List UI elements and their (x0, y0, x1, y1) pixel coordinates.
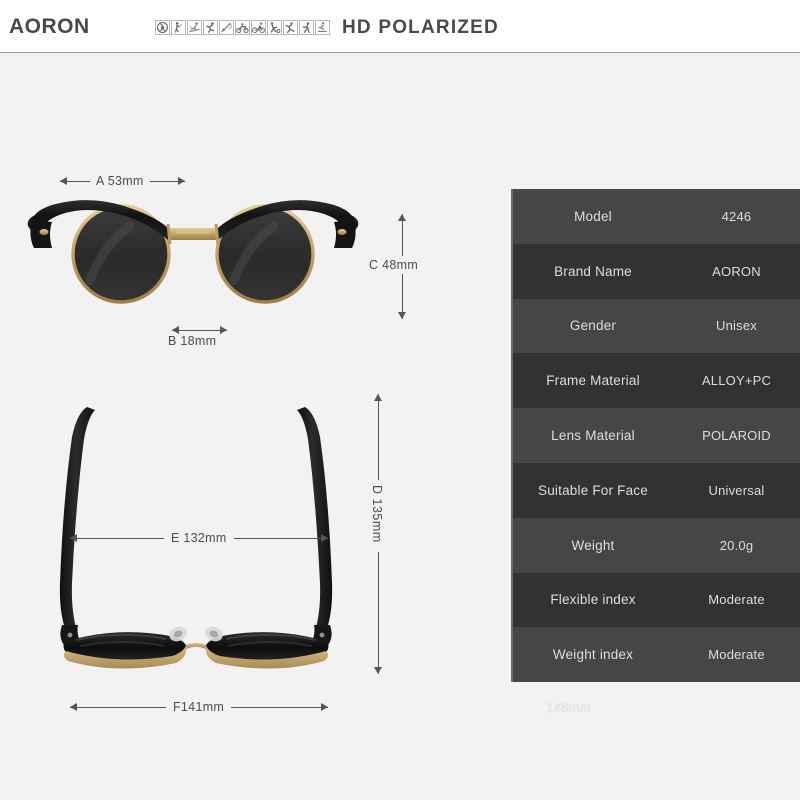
running-icon (203, 20, 218, 35)
brand-logo: AORON (9, 14, 90, 38)
skiing-icon (187, 20, 202, 35)
sunglasses-front-view (18, 192, 368, 317)
product-spec-page: AORON HD POLARIZED A 53mm B 18mm C 48mm … (0, 0, 800, 800)
tagline: HD POLARIZED (342, 17, 499, 38)
spec-value: ALLOY+PC (701, 373, 772, 389)
table-row: Gender Unisex (513, 298, 800, 354)
spec-key: Gender (569, 318, 617, 334)
skateboarding-icon (315, 20, 330, 35)
table-row: Suitable For Face Universal (513, 462, 800, 518)
spec-value: Unisex (716, 318, 757, 334)
climbing-icon (283, 20, 298, 35)
dimension-label-e: E 132mm (164, 531, 234, 545)
spec-value: Universal (708, 482, 765, 498)
spec-key: Suitable For Face (538, 482, 648, 498)
table-row: Lens Material POLAROID (513, 408, 800, 463)
cycling-icon (251, 20, 266, 35)
table-row: Flexible index Moderate (513, 572, 800, 628)
spec-key: Flexible index (550, 592, 636, 608)
spec-key: Brand Name (554, 263, 632, 279)
spec-key: Frame Material (546, 373, 640, 389)
driving-icon (155, 20, 170, 35)
golf-icon (171, 20, 186, 35)
hiking-icon (299, 20, 314, 35)
table-row: Brand Name AORON (513, 243, 800, 299)
specification-table: Model 4246 Brand Name AORON Gender Unise… (511, 189, 800, 682)
spec-value: POLAROID (702, 428, 771, 444)
spec-value: 20.0g (719, 537, 754, 553)
dimension-label-a: A 53mm (90, 174, 150, 188)
motorcycling-icon (235, 20, 250, 35)
header-divider (0, 52, 800, 53)
spec-key: Weight index (552, 647, 634, 663)
soccer-icon (267, 20, 282, 35)
dimension-label-f: F141mm (166, 700, 232, 714)
dimension-label-d-text: D 135mm (370, 485, 384, 543)
spec-value: AORON (712, 263, 761, 279)
spec-key: Lens Material (551, 428, 635, 444)
dimension-label-b: B 18mm (168, 334, 217, 348)
spec-key: Weight (571, 537, 615, 553)
spec-key: Model (574, 208, 612, 224)
footer-measurement-note: 148mm (546, 700, 591, 715)
fishing-icon (219, 20, 234, 35)
spec-value: 4246 (721, 208, 752, 224)
table-row: Weight index Moderate (513, 627, 800, 682)
dimension-label-c: C 48mm (369, 256, 419, 274)
table-row: Weight 20.0g (513, 517, 800, 573)
table-row: Frame Material ALLOY+PC (513, 353, 800, 409)
spec-value: Moderate (708, 647, 765, 663)
spec-value: Moderate (708, 592, 765, 608)
sport-icon-strip (155, 20, 330, 35)
page-header: AORON HD POLARIZED (0, 0, 800, 53)
table-row: Model 4246 (513, 189, 800, 244)
